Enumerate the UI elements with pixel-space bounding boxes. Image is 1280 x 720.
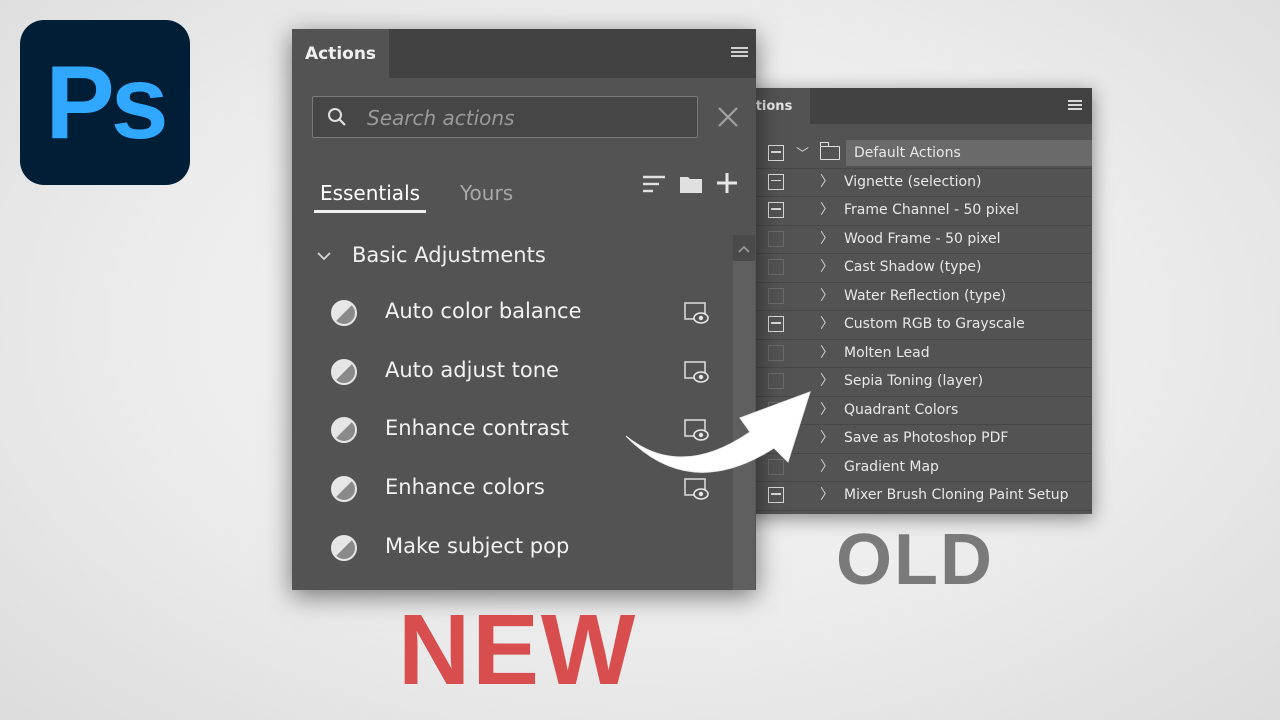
old-action-row[interactable]: 〉 Molten Lead [738,340,1092,368]
action-set-label: Default Actions [854,145,961,161]
dialog-toggle-icon[interactable] [768,145,784,161]
new-folder-icon[interactable] [679,174,703,194]
dialog-toggle-icon[interactable] [768,287,784,304]
dialog-toggle-icon[interactable] [768,173,784,190]
action-item[interactable]: Make subject pop [330,528,720,568]
add-icon[interactable] [716,172,738,194]
action-item-label: Auto color balance [385,299,582,323]
scroll-up-icon[interactable] [733,239,755,261]
tab-essentials[interactable]: Essentials [314,179,426,213]
chevron-right-icon[interactable]: 〉 [820,484,834,504]
old-action-label: Frame Channel - 50 pixel [844,202,1019,218]
old-action-label: Wood Frame - 50 pixel [844,230,1001,247]
new-tab-actions[interactable]: Actions [292,29,389,78]
group-label: Basic Adjustments [352,243,546,267]
logo-text: Ps [45,44,168,161]
dialog-toggle-icon[interactable] [768,487,784,503]
arrow-right-icon [625,391,811,473]
old-tab-bar: ctions [738,88,1092,124]
chevron-right-icon[interactable]: 〉 [820,313,834,333]
old-action-label: Gradient Map [844,458,939,475]
sort-icon[interactable] [643,174,665,194]
old-action-row[interactable]: 〉 Mixer Brush Cloning Paint Setup [738,482,1092,511]
old-action-label: Sepia Toning (layer) [844,373,984,389]
chevron-right-icon[interactable]: 〉 [820,427,834,447]
chevron-right-icon[interactable]: 〉 [820,456,834,476]
new-tab-bar: Actions [292,29,756,78]
chevron-right-icon[interactable]: 〉 [820,228,834,248]
old-action-row[interactable]: 〉 Water Reflection (type) [738,283,1092,311]
adjustment-circle-icon [331,534,357,561]
adjustment-circle-icon [331,358,357,385]
new-actions-panel: Actions Essentials Yours Basic Adjustmen… [292,29,756,590]
dialog-toggle-icon[interactable] [768,259,784,275]
preview-icon[interactable] [684,302,710,326]
dialog-toggle-icon[interactable] [768,344,784,361]
adjustment-circle-icon [331,300,357,326]
old-action-label: Save as Photoshop PDF [844,430,1009,446]
old-action-label: Custom RGB to Grayscale [844,316,1025,332]
old-action-row[interactable]: 〉 Cast Shadow (type) [738,254,1092,283]
action-item-label: Enhance contrast [385,416,569,441]
new-label: NEW [398,594,638,706]
old-action-row[interactable]: 〉 Frame Channel - 50 pixel [738,197,1092,226]
action-item-label: Auto adjust tone [385,357,559,382]
action-set-row[interactable]: ﹀ Default Actions [738,140,1092,169]
search-icon [328,108,346,126]
chevron-right-icon[interactable]: 〉 [820,342,834,362]
dialog-toggle-icon[interactable] [768,230,784,247]
action-item-label: Enhance colors [385,475,545,500]
chevron-right-icon[interactable]: 〉 [820,399,834,419]
chevron-right-icon[interactable]: 〉 [820,256,834,276]
old-action-label: Vignette (selection) [844,173,982,190]
preview-icon[interactable] [684,478,710,502]
chevron-right-icon[interactable]: 〉 [820,285,834,305]
close-icon[interactable] [716,105,740,129]
chevron-right-icon[interactable]: 〉 [820,199,834,219]
photoshop-logo: Ps [20,20,190,185]
old-action-label: Quadrant Colors [844,401,959,418]
folder-icon [819,142,840,160]
old-action-row[interactable]: 〉 Custom RGB to Grayscale [738,311,1092,340]
old-action-label: Molten Lead [844,344,930,361]
chevron-down-icon[interactable]: ﹀ [796,143,809,162]
chevron-down-icon [317,252,331,261]
chevron-right-icon[interactable]: 〉 [820,370,834,390]
old-action-label: Cast Shadow (type) [844,259,982,275]
tab-yours[interactable]: Yours [460,179,540,207]
new-panel-menu-icon[interactable] [731,47,748,60]
old-action-label: Water Reflection (type) [844,287,1007,304]
old-label: OLD [836,520,994,600]
old-panel-menu-icon[interactable] [1068,100,1082,112]
adjustment-circle-icon [331,476,357,503]
old-action-row[interactable]: 〉 Wood Frame - 50 pixel [738,226,1092,254]
action-item[interactable]: Auto color balance [330,293,720,333]
old-action-row[interactable]: 〉 Vignette (selection) [738,169,1092,197]
old-action-label: Mixer Brush Cloning Paint Setup [844,487,1069,503]
action-item-label: Make subject pop [385,533,570,558]
dialog-toggle-icon[interactable] [768,202,784,218]
search-input[interactable] [365,101,689,135]
search-box [312,96,698,138]
adjustment-circle-icon [331,417,357,444]
dialog-toggle-icon[interactable] [768,316,784,332]
chevron-right-icon[interactable]: 〉 [820,171,834,191]
